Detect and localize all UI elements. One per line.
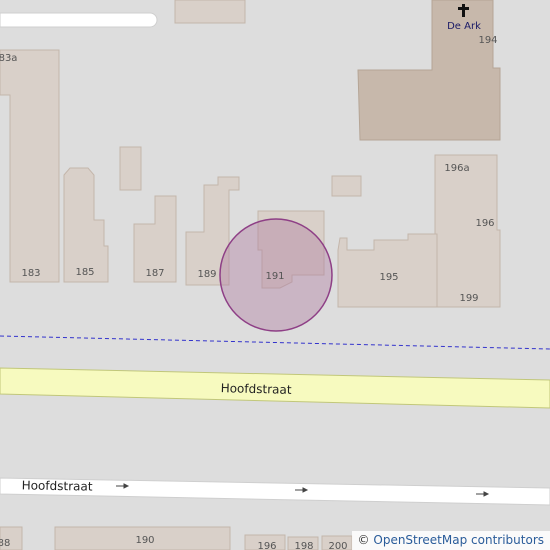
building-top <box>174 0 246 24</box>
house-number-190: 190 <box>135 535 154 546</box>
top-road <box>0 12 158 28</box>
building-shed-2 <box>331 175 362 197</box>
building-shed <box>119 146 142 191</box>
house-number-200: 200 <box>328 541 347 550</box>
house-number-183a: 83a <box>0 53 17 64</box>
house-number-88: 88 <box>0 538 10 549</box>
house-number-189: 189 <box>197 269 216 280</box>
house-number-195: 195 <box>379 272 398 283</box>
house-number-191: 191 <box>265 271 284 282</box>
house-number-194: 194 <box>478 35 497 46</box>
street-label-lower: Hoofdstraat <box>22 478 93 493</box>
house-number-199: 199 <box>459 293 478 304</box>
street-label-main: Hoofdstraat <box>221 381 292 397</box>
house-number-196-bottom: 196 <box>257 541 276 550</box>
house-number-187: 187 <box>145 268 164 279</box>
map-canvas[interactable]: De Ark 194 83a 183 185 187 189 191 195 1… <box>0 0 550 550</box>
house-number-196: 196 <box>475 218 494 229</box>
attribution: © OpenStreetMap contributors <box>351 531 550 550</box>
poi-label: De Ark <box>447 21 481 32</box>
copyright-symbol: © <box>357 533 370 547</box>
house-number-196a: 196a <box>444 163 469 174</box>
attribution-link[interactable]: OpenStreetMap contributors <box>373 533 544 547</box>
house-number-183: 183 <box>21 268 40 279</box>
house-number-185: 185 <box>75 267 94 278</box>
house-number-198: 198 <box>294 541 313 550</box>
building-196-199 <box>434 154 501 308</box>
